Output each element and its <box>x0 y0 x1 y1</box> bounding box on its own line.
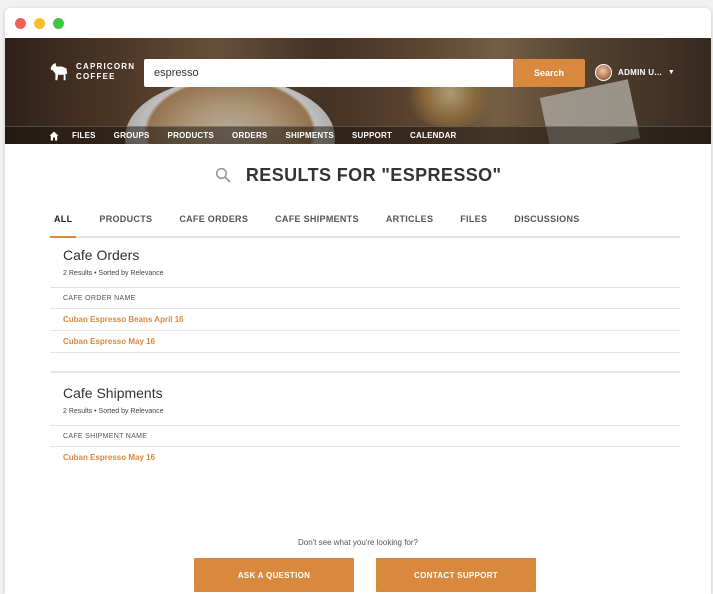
nav-item-orders[interactable]: ORDERS <box>232 131 267 140</box>
maximize-window-button[interactable] <box>53 18 64 29</box>
result-link[interactable]: Cuban Espresso Beans April 16 <box>50 309 680 331</box>
ask-question-button[interactable]: ASK A QUESTION <box>194 558 354 592</box>
title-bar <box>5 8 711 38</box>
section-meta: 2 Results • Sorted by Relevance <box>63 408 164 415</box>
avatar <box>595 64 612 81</box>
brand-logo[interactable]: CAPRICORN COFFEE <box>49 61 135 83</box>
nav-item-shipments[interactable]: SHIPMENTS <box>285 131 333 140</box>
column-header: CAFE SHIPMENT NAME <box>50 426 680 447</box>
home-icon[interactable] <box>49 131 59 141</box>
nav-item-support[interactable]: SUPPORT <box>352 131 392 140</box>
goat-logo-icon <box>50 62 68 81</box>
results-tabs: ALL PRODUCTS CAFE ORDERS CAFE SHIPMENTS … <box>50 212 680 238</box>
section-title: Cafe Shipments <box>63 385 163 401</box>
user-menu[interactable]: ADMIN U... ▼ <box>595 64 675 81</box>
browser-window: CAPRICORN COFFEE Search ADMIN U... ▼ FIL… <box>5 8 711 594</box>
nav-item-products[interactable]: PRODUCTS <box>168 131 215 140</box>
cafe-orders-section: Cafe Orders 2 Results • Sorted by Releva… <box>50 246 680 373</box>
search-icon <box>215 168 230 183</box>
brand-name: CAPRICORN COFFEE <box>76 62 136 81</box>
page-title: RESULTS FOR "ESPRESSO" <box>5 164 711 186</box>
divider <box>50 371 680 373</box>
user-name: ADMIN U... <box>618 68 662 77</box>
section-title: Cafe Orders <box>63 247 140 263</box>
tab-products[interactable]: PRODUCTS <box>95 212 156 236</box>
tab-files[interactable]: FILES <box>456 212 491 236</box>
tab-cafe-orders[interactable]: CAFE ORDERS <box>175 212 252 236</box>
nav-item-calendar[interactable]: CALENDAR <box>410 131 457 140</box>
result-link[interactable]: Cuban Espresso May 16 <box>50 447 680 469</box>
cafe-shipments-section: Cafe Shipments 2 Results • Sorted by Rel… <box>50 384 680 469</box>
result-link[interactable]: Cuban Espresso May 16 <box>50 331 680 353</box>
help-prompt: Don't see what you're looking for? <box>297 538 418 547</box>
close-window-button[interactable] <box>15 18 26 29</box>
results-heading: RESULTS FOR "ESPRESSO" <box>245 164 502 185</box>
search-button[interactable]: Search <box>513 59 585 87</box>
section-meta: 2 Results • Sorted by Relevance <box>63 270 164 277</box>
chevron-down-icon: ▼ <box>667 69 675 76</box>
nav-item-files[interactable]: FILES <box>72 131 96 140</box>
minimize-window-button[interactable] <box>34 18 45 29</box>
search-input[interactable] <box>144 59 514 87</box>
main-nav: FILES GROUPS PRODUCTS ORDERS SHIPMENTS S… <box>5 126 711 144</box>
contact-support-button[interactable]: CONTACT SUPPORT <box>376 558 536 592</box>
tab-all[interactable]: ALL <box>50 212 77 238</box>
tab-cafe-shipments[interactable]: CAFE SHIPMENTS <box>271 212 363 236</box>
header-banner: CAPRICORN COFFEE Search ADMIN U... ▼ FIL… <box>5 38 711 144</box>
nav-item-groups[interactable]: GROUPS <box>114 131 150 140</box>
tab-discussions[interactable]: DISCUSSIONS <box>510 212 583 236</box>
column-header: CAFE ORDER NAME <box>50 288 680 309</box>
tab-articles[interactable]: ARTICLES <box>382 212 437 236</box>
